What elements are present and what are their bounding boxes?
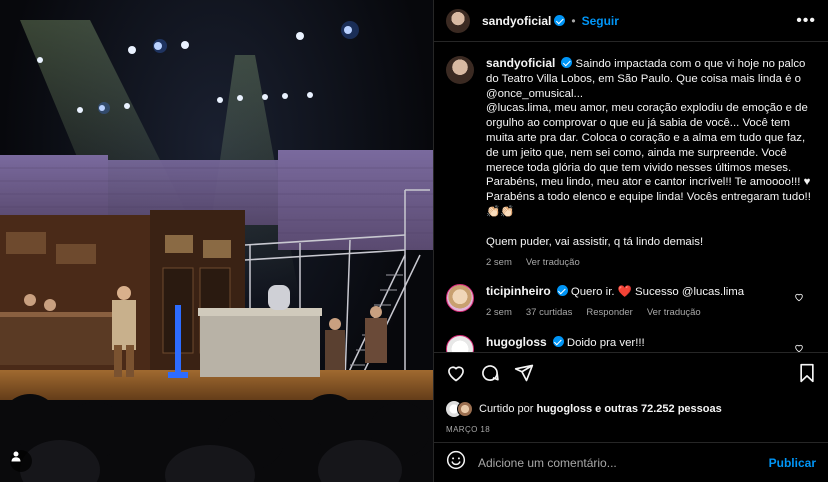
separator-dot: • (571, 13, 576, 28)
post-actions: Curtido por hugogloss e outras 72.252 pe… (434, 352, 828, 442)
see-translation-button[interactable]: Ver tradução (526, 256, 580, 271)
comment-icon[interactable] (480, 363, 500, 388)
caption-paragraph-2: @lucas.lima, meu amor, meu coração explo… (486, 102, 811, 189)
likes-summary: Curtido por hugogloss e outras 72.252 pe… (446, 401, 816, 417)
commenter-avatar[interactable] (446, 334, 474, 352)
comment-like-heart-icon[interactable] (794, 292, 804, 302)
stage-photo-illustration (0, 20, 433, 482)
verified-badge-icon (554, 15, 566, 26)
save-icon[interactable] (798, 363, 816, 388)
emoji-icon[interactable] (446, 450, 466, 475)
caption-author-avatar[interactable] (446, 56, 474, 84)
heart-icon[interactable] (446, 363, 466, 388)
comment-input[interactable] (478, 455, 769, 470)
likes-count[interactable]: e outras 72.252 pessoas (595, 403, 722, 415)
comment-item: hugogloss Doido pra ver!!! (446, 334, 816, 352)
post-detail-panel: sandyoficial • Seguir ••• sandyoficial S… (433, 0, 828, 482)
post-header: sandyoficial • Seguir ••• (434, 0, 828, 42)
comment-item: ticipinheiro Quero ir. ❤️ Sucesso @lucas… (446, 284, 816, 321)
user-tag-icon[interactable] (10, 450, 32, 472)
author-username[interactable]: sandyoficial (482, 14, 551, 28)
verified-badge-icon (552, 335, 564, 347)
more-options-icon[interactable]: ••• (796, 12, 816, 30)
verified-badge-icon (561, 57, 573, 68)
liker-username[interactable]: hugogloss (536, 403, 592, 415)
follow-button[interactable]: Seguir (582, 14, 619, 28)
verified-badge-icon (556, 285, 568, 297)
likes-prefix: Curtido por (479, 403, 534, 415)
reply-button[interactable]: Responder (586, 306, 632, 321)
commenter-username[interactable]: ticipinheiro (486, 284, 551, 298)
share-icon[interactable] (514, 363, 534, 388)
publish-button[interactable]: Publicar (769, 456, 816, 470)
post-caption: sandyoficial Saindo impactada com o que … (446, 56, 816, 270)
comment-composer: Publicar (434, 442, 828, 482)
caption-paragraph-3: Parabéns a todo elenco e equipe linda! V… (486, 191, 811, 218)
caption-timestamp: 2 sem (486, 256, 512, 268)
commenter-username[interactable]: hugogloss (486, 335, 547, 349)
see-translation-button[interactable]: Ver tradução (647, 306, 701, 321)
post-date: MARÇO 18 (446, 425, 491, 434)
comment-text: Doido pra ver!!! (566, 336, 645, 349)
comment-text: Quero ir. ❤️ Sucesso @lucas.lima (570, 286, 745, 299)
commenter-avatar[interactable] (446, 284, 474, 313)
comment-timestamp: 2 sem (486, 307, 512, 319)
comments-scroll-area[interactable]: sandyoficial Saindo impactada com o que … (434, 42, 828, 352)
comment-like-heart-icon[interactable] (794, 343, 804, 352)
caption-paragraph-4: Quem puder, vai assistir, q tá lindo dem… (486, 235, 704, 248)
liker-avatar[interactable] (457, 401, 473, 417)
caption-author-username[interactable]: sandyoficial (486, 56, 555, 70)
author-avatar[interactable] (446, 8, 470, 33)
post-photo[interactable] (0, 0, 433, 482)
comment-likes-count[interactable]: 37 curtidas (526, 306, 572, 321)
